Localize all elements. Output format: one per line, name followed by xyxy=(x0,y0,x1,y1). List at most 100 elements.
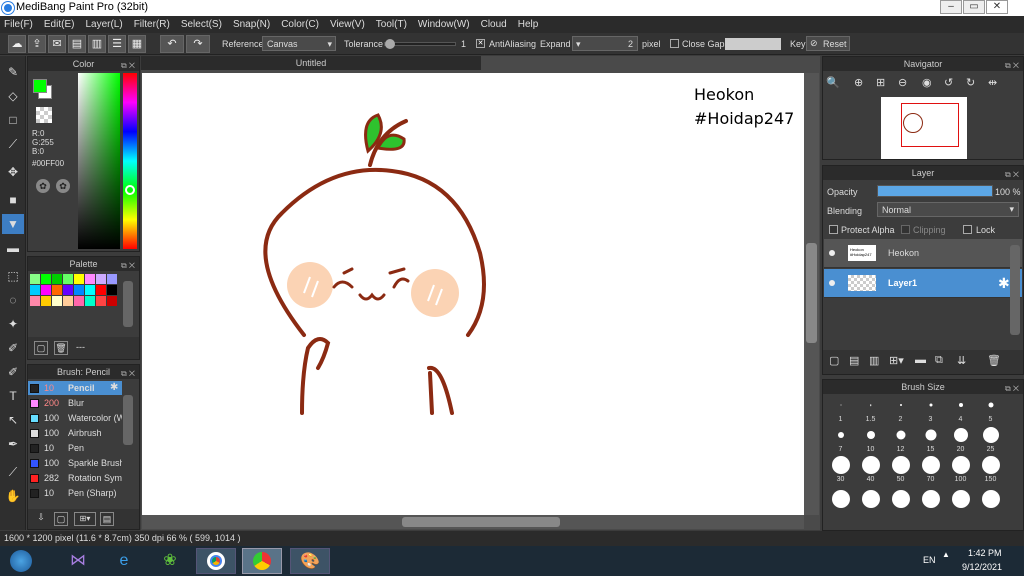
menu-help[interactable]: Help xyxy=(518,19,539,30)
comment-icon[interactable]: ✉ xyxy=(48,35,66,53)
move-tool-icon[interactable]: ✥ xyxy=(2,162,24,182)
brush-size-cell[interactable]: 12 xyxy=(885,425,916,456)
add-brush-icon[interactable]: ⊞▾ xyxy=(74,512,96,526)
select-rect-tool-icon[interactable]: ⬚ xyxy=(2,266,24,286)
chrome-icon[interactable] xyxy=(196,548,236,574)
eyedropper-tool-icon[interactable]: ✒ xyxy=(2,434,24,454)
brush-size-cell[interactable]: 70 xyxy=(915,455,946,486)
brush-size-cell[interactable]: 15 xyxy=(915,425,946,456)
app-icon-2[interactable]: ❀ xyxy=(150,548,190,574)
rotate-left-icon[interactable]: ↺ xyxy=(944,76,953,89)
palette-swatch[interactable] xyxy=(30,274,40,284)
palette-swatch[interactable] xyxy=(41,274,51,284)
layer-scrollbar[interactable] xyxy=(1010,245,1020,335)
opacity-slider[interactable] xyxy=(877,185,993,197)
palette-swatch[interactable] xyxy=(41,296,51,306)
flip-icon[interactable]: ⇹ xyxy=(988,76,997,89)
menu-color[interactable]: Color(C) xyxy=(281,19,319,30)
palette-swatch[interactable] xyxy=(96,285,106,295)
brush-size-cell[interactable]: 3 xyxy=(915,395,946,426)
brush-size-cell[interactable]: 100 xyxy=(945,455,976,486)
brush-size-cell[interactable]: 4 xyxy=(945,395,976,426)
brush-size-cell[interactable] xyxy=(825,485,856,516)
stroke-tool-icon[interactable]: ⟋ xyxy=(2,134,24,154)
magic-wand-tool-icon[interactable]: ✦ xyxy=(2,314,24,334)
menu-snap[interactable]: Snap(N) xyxy=(233,19,270,30)
palette-swatch[interactable] xyxy=(74,274,84,284)
palette-swatch[interactable] xyxy=(85,296,95,306)
canvas-paper[interactable]: Heokon #Hoidap247 xyxy=(142,73,804,515)
brush-size-cell[interactable]: 1 xyxy=(825,395,856,426)
document-icon[interactable]: ▥ xyxy=(88,35,106,53)
palette-swatch[interactable] xyxy=(96,296,106,306)
undo-icon[interactable]: ↶ xyxy=(160,35,184,53)
palette-swatch[interactable] xyxy=(85,274,95,284)
brush-size-cell[interactable] xyxy=(855,485,886,516)
brush-size-cell[interactable] xyxy=(945,485,976,516)
palette-swatch[interactable] xyxy=(74,296,84,306)
new-brush-icon[interactable]: ▢ xyxy=(54,512,68,526)
panel-float-icon[interactable]: ⧉ ✕ xyxy=(1005,382,1019,396)
palette-swatch[interactable] xyxy=(52,274,62,284)
brush-item-pencil[interactable]: 10 Pencil ✱ xyxy=(28,381,122,395)
brush-size-cell[interactable]: 30 xyxy=(825,455,856,486)
chat-icon[interactable]: ▤ xyxy=(68,35,86,53)
menu-edit[interactable]: Edit(E) xyxy=(44,19,75,30)
new-1bit-layer-icon[interactable]: ▥ xyxy=(869,354,879,367)
antialiasing-checkbox[interactable]: ✕ xyxy=(476,39,485,48)
palette-swatch[interactable] xyxy=(107,296,117,306)
panel-float-icon[interactable]: ⧉ ✕ xyxy=(1005,59,1019,73)
palette-swatch[interactable] xyxy=(30,285,40,295)
horizontal-scrollbar[interactable] xyxy=(142,515,804,529)
palette-swatch[interactable] xyxy=(30,296,40,306)
gear-icon[interactable]: ✱ xyxy=(998,275,1010,292)
palette-swatch[interactable] xyxy=(63,285,73,295)
menu-tool[interactable]: Tool(T) xyxy=(376,19,407,30)
close-gaps-checkbox[interactable] xyxy=(670,39,679,48)
hue-slider[interactable] xyxy=(123,73,137,249)
folder-icon[interactable]: ▬ xyxy=(915,354,926,366)
vertical-scrollbar[interactable] xyxy=(804,73,819,515)
brush-size-cell[interactable]: 150 xyxy=(975,455,1006,486)
gradient-tool-icon[interactable]: ▬ xyxy=(2,238,24,258)
menu-select[interactable]: Select(S) xyxy=(181,19,222,30)
horizontal-scroll-thumb[interactable] xyxy=(402,517,560,527)
menu-filter[interactable]: Filter(R) xyxy=(134,19,170,30)
restore-button[interactable]: ▭ xyxy=(963,0,985,14)
panel-float-icon[interactable]: ⧉ ✕ xyxy=(1005,168,1019,182)
tolerance-slider[interactable] xyxy=(384,39,456,49)
new-layer-icon[interactable]: ▢ xyxy=(829,354,839,367)
visibility-icon[interactable] xyxy=(829,250,835,256)
palette-swatch[interactable] xyxy=(107,285,117,295)
brush-item-pen[interactable]: 10 Pen xyxy=(28,441,122,455)
close-gaps-field[interactable] xyxy=(725,38,781,50)
visual-studio-icon[interactable]: ⋈ xyxy=(58,548,98,574)
palette-swatch[interactable] xyxy=(52,296,62,306)
brush-size-cell[interactable] xyxy=(975,485,1006,516)
layer-row-heokon[interactable]: Heokon #Hoidap247 Heokon xyxy=(824,239,1022,268)
document-tab[interactable]: Untitled xyxy=(141,56,481,70)
cloud-brush-icon[interactable]: ⇩ xyxy=(34,512,48,526)
merge-layer-icon[interactable]: ⇊ xyxy=(957,354,966,367)
brush-item-sparkle[interactable]: 100 Sparkle Brush xyxy=(28,456,122,470)
palette-scrollbar[interactable] xyxy=(123,281,133,327)
brush-settings-icon[interactable]: ▤ xyxy=(100,512,114,526)
zoom-out-icon[interactable]: ⊖ xyxy=(898,76,907,89)
brush-item-rotation[interactable]: 282 Rotation Sym xyxy=(28,471,122,485)
rotate-right-icon[interactable]: ↻ xyxy=(966,76,975,89)
brush-scrollbar[interactable] xyxy=(123,395,133,445)
brush-item-blur[interactable]: 200 Blur xyxy=(28,396,122,410)
bucket-tool-icon[interactable]: ▼ xyxy=(2,214,24,234)
clock-time[interactable]: 1:42 PM xyxy=(968,548,1002,558)
delete-palette-icon[interactable]: 🗑 xyxy=(54,341,68,355)
brush-size-cell[interactable]: 40 xyxy=(855,455,886,486)
cloud-icon[interactable]: ☁ xyxy=(8,35,26,53)
new-halftone-layer-icon[interactable]: ▤ xyxy=(849,354,859,367)
palette-swatch[interactable] xyxy=(63,274,73,284)
language-indicator[interactable]: EN xyxy=(923,555,936,565)
expand-stepper[interactable]: ▾ 2 xyxy=(572,36,638,51)
dot-tool-icon[interactable]: □ xyxy=(2,110,24,130)
brush-size-cell[interactable]: 7 xyxy=(825,425,856,456)
palette-swatch[interactable] xyxy=(96,274,106,284)
menu-window[interactable]: Window(W) xyxy=(418,19,470,30)
